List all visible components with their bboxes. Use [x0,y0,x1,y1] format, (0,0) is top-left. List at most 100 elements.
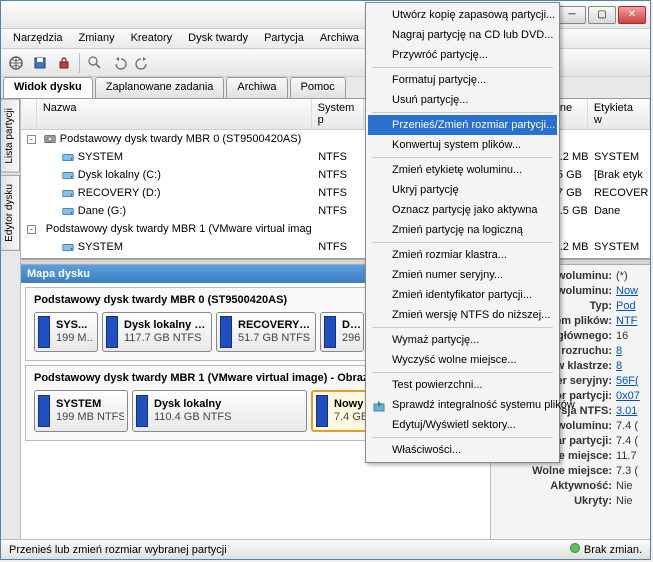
partition-bar-icon [220,316,232,348]
menu-separator [372,327,553,328]
context-menu-item[interactable]: Przenieś/Zmień rozmiar partycji... [368,115,557,135]
menu-zmiany[interactable]: Zmiany [71,29,123,48]
sidetab-lista-partycji[interactable]: Lista partycji [1,99,20,173]
context-menu-item[interactable]: Edytuj/Wyświetl sektory... [368,415,557,435]
property-label: woluminu: [557,284,612,299]
column-header[interactable]: Nazwa [37,99,312,129]
status-changes: Brak zmian. [570,543,642,556]
property-value[interactable]: 3.01 [616,404,646,419]
property-value[interactable]: Pod [616,299,646,314]
menu-separator [372,242,553,243]
partition-bar-icon [324,316,336,348]
property-value[interactable]: 56F( [616,374,646,389]
property-value[interactable]: NTF [616,314,646,329]
menu-separator [372,157,553,158]
partition-bar-icon [316,395,328,427]
partition-bar-icon [106,316,118,348]
property-value: Nie [616,479,646,494]
property-value: 11.7 [616,449,646,464]
expander-icon[interactable]: - [27,135,36,144]
globe-icon[interactable] [5,52,27,74]
lock-icon[interactable] [53,52,75,74]
partition-box[interactable]: Dysk lokalny (C:)117.7 GB NTFS [102,312,212,352]
context-menu-item[interactable]: Test powierzchni... [368,375,557,395]
partition-bar-icon [38,316,50,348]
property-row: Wolne miejsce: 7.3 ( [495,464,646,479]
close-button[interactable]: ✕ [618,6,646,24]
property-value[interactable]: 8 [616,359,646,374]
context-menu-item[interactable]: Właściwości... [368,440,557,460]
property-label: Ukryty: [574,494,612,509]
property-label: Wolne miejsce: [532,464,612,479]
context-menu-item[interactable]: Ukryj partycję [368,180,557,200]
property-label: em plików: [555,314,612,329]
property-value: 7.3 ( [616,464,646,479]
context-menu-item[interactable]: Oznacz partycję jako aktywna [368,200,557,220]
property-label: Typ: [590,299,612,314]
partition-box[interactable]: SYSTEM199 MB NTFS [34,390,128,432]
property-value[interactable]: Now [616,284,646,299]
context-menu-item[interactable]: Zmień identyfikator partycji... [368,285,557,305]
context-menu-item[interactable]: Formatuj partycję... [368,70,557,90]
menu-separator [372,372,553,373]
context-menu-item[interactable]: Utwórz kopię zapasową partycji... [368,5,557,25]
property-value: 16 [616,329,646,344]
partition-bar-icon [38,395,50,427]
property-value: 7.4 ( [616,419,646,434]
search-icon[interactable] [84,52,106,74]
menu-archiwa[interactable]: Archiwa [312,29,367,48]
property-label: głównego: [557,329,612,344]
context-menu-item[interactable]: Nagraj partycję na CD lub DVD... [368,25,557,45]
context-menu-item[interactable]: Usuń partycję... [368,90,557,110]
property-value: Nie [616,494,646,509]
tab-pomoc[interactable]: Pomoc [290,77,346,98]
save-icon[interactable] [29,52,51,74]
context-menu-item[interactable]: Wyczyść wolne miejsce... [368,350,557,370]
context-menu-item[interactable]: Zmień etykietę woluminu... [368,160,557,180]
context-menu: Utwórz kopię zapasową partycji...Nagraj … [365,2,560,463]
menu-partycja[interactable]: Partycja [256,29,312,48]
menu-separator [372,112,553,113]
tab-zaplanowane-zadania[interactable]: Zaplanowane zadania [95,77,225,98]
context-menu-item[interactable]: Zmień partycję na logiczną [368,220,557,240]
check-disk-icon [372,398,388,414]
tab-widok-dysku[interactable]: Widok dysku [3,77,93,98]
partition-box[interactable]: Dysk lokalny110.4 GB NTFS [132,390,307,432]
property-row: Aktywność: Nie [495,479,646,494]
menu-narzędzia[interactable]: Narzędzia [5,29,71,48]
context-menu-item[interactable]: Konwertuj system plików... [368,135,557,155]
property-row: Ukryty: Nie [495,494,646,509]
partition-box[interactable]: RECOVERY (D:)51.7 GB NTFS [216,312,316,352]
maximize-button[interactable]: ▢ [588,6,616,24]
property-value[interactable]: 0x07 [616,389,646,404]
column-header[interactable]: System p [312,99,365,129]
undo-icon[interactable] [108,52,130,74]
column-header[interactable]: Etykieta w [588,99,650,129]
tab-archiwa[interactable]: Archiwa [226,77,287,98]
redo-icon[interactable] [132,52,154,74]
statusbar: Przenieś lub zmień rozmiar wybranej part… [1,539,650,559]
context-menu-item[interactable]: Przywróć partycję... [368,45,557,65]
side-tabs: Lista partycji Edytor dysku [1,99,21,539]
property-value: 7.4 ( [616,434,646,449]
partition-bar-icon [136,395,148,427]
status-text: Przenieś lub zmień rozmiar wybranej part… [9,544,227,556]
minimize-button[interactable]: ─ [558,6,586,24]
menu-separator [372,67,553,68]
context-menu-item[interactable]: Sprawdź integralność systemu plików [368,395,557,415]
partition-box[interactable]: Dan296 G [320,312,364,352]
column-header[interactable] [21,99,37,129]
status-dot-icon [570,543,580,553]
property-label: Aktywność: [550,479,612,494]
property-value[interactable]: 8 [616,344,646,359]
menu-dysk twardy[interactable]: Dysk twardy [180,29,256,48]
sidetab-edytor-dysku[interactable]: Edytor dysku [1,175,20,251]
context-menu-item[interactable]: Zmień numer seryjny... [368,265,557,285]
context-menu-item[interactable]: Wymaż partycję... [368,330,557,350]
context-menu-item[interactable]: Zmień wersję NTFS do niższej... [368,305,557,325]
property-label: woluminu: [557,269,612,284]
expander-icon[interactable]: - [27,225,36,234]
menu-kreatory[interactable]: Kreatory [123,29,181,48]
context-menu-item[interactable]: Zmień rozmiar klastra... [368,245,557,265]
partition-box[interactable]: SYS...199 M... [34,312,98,352]
